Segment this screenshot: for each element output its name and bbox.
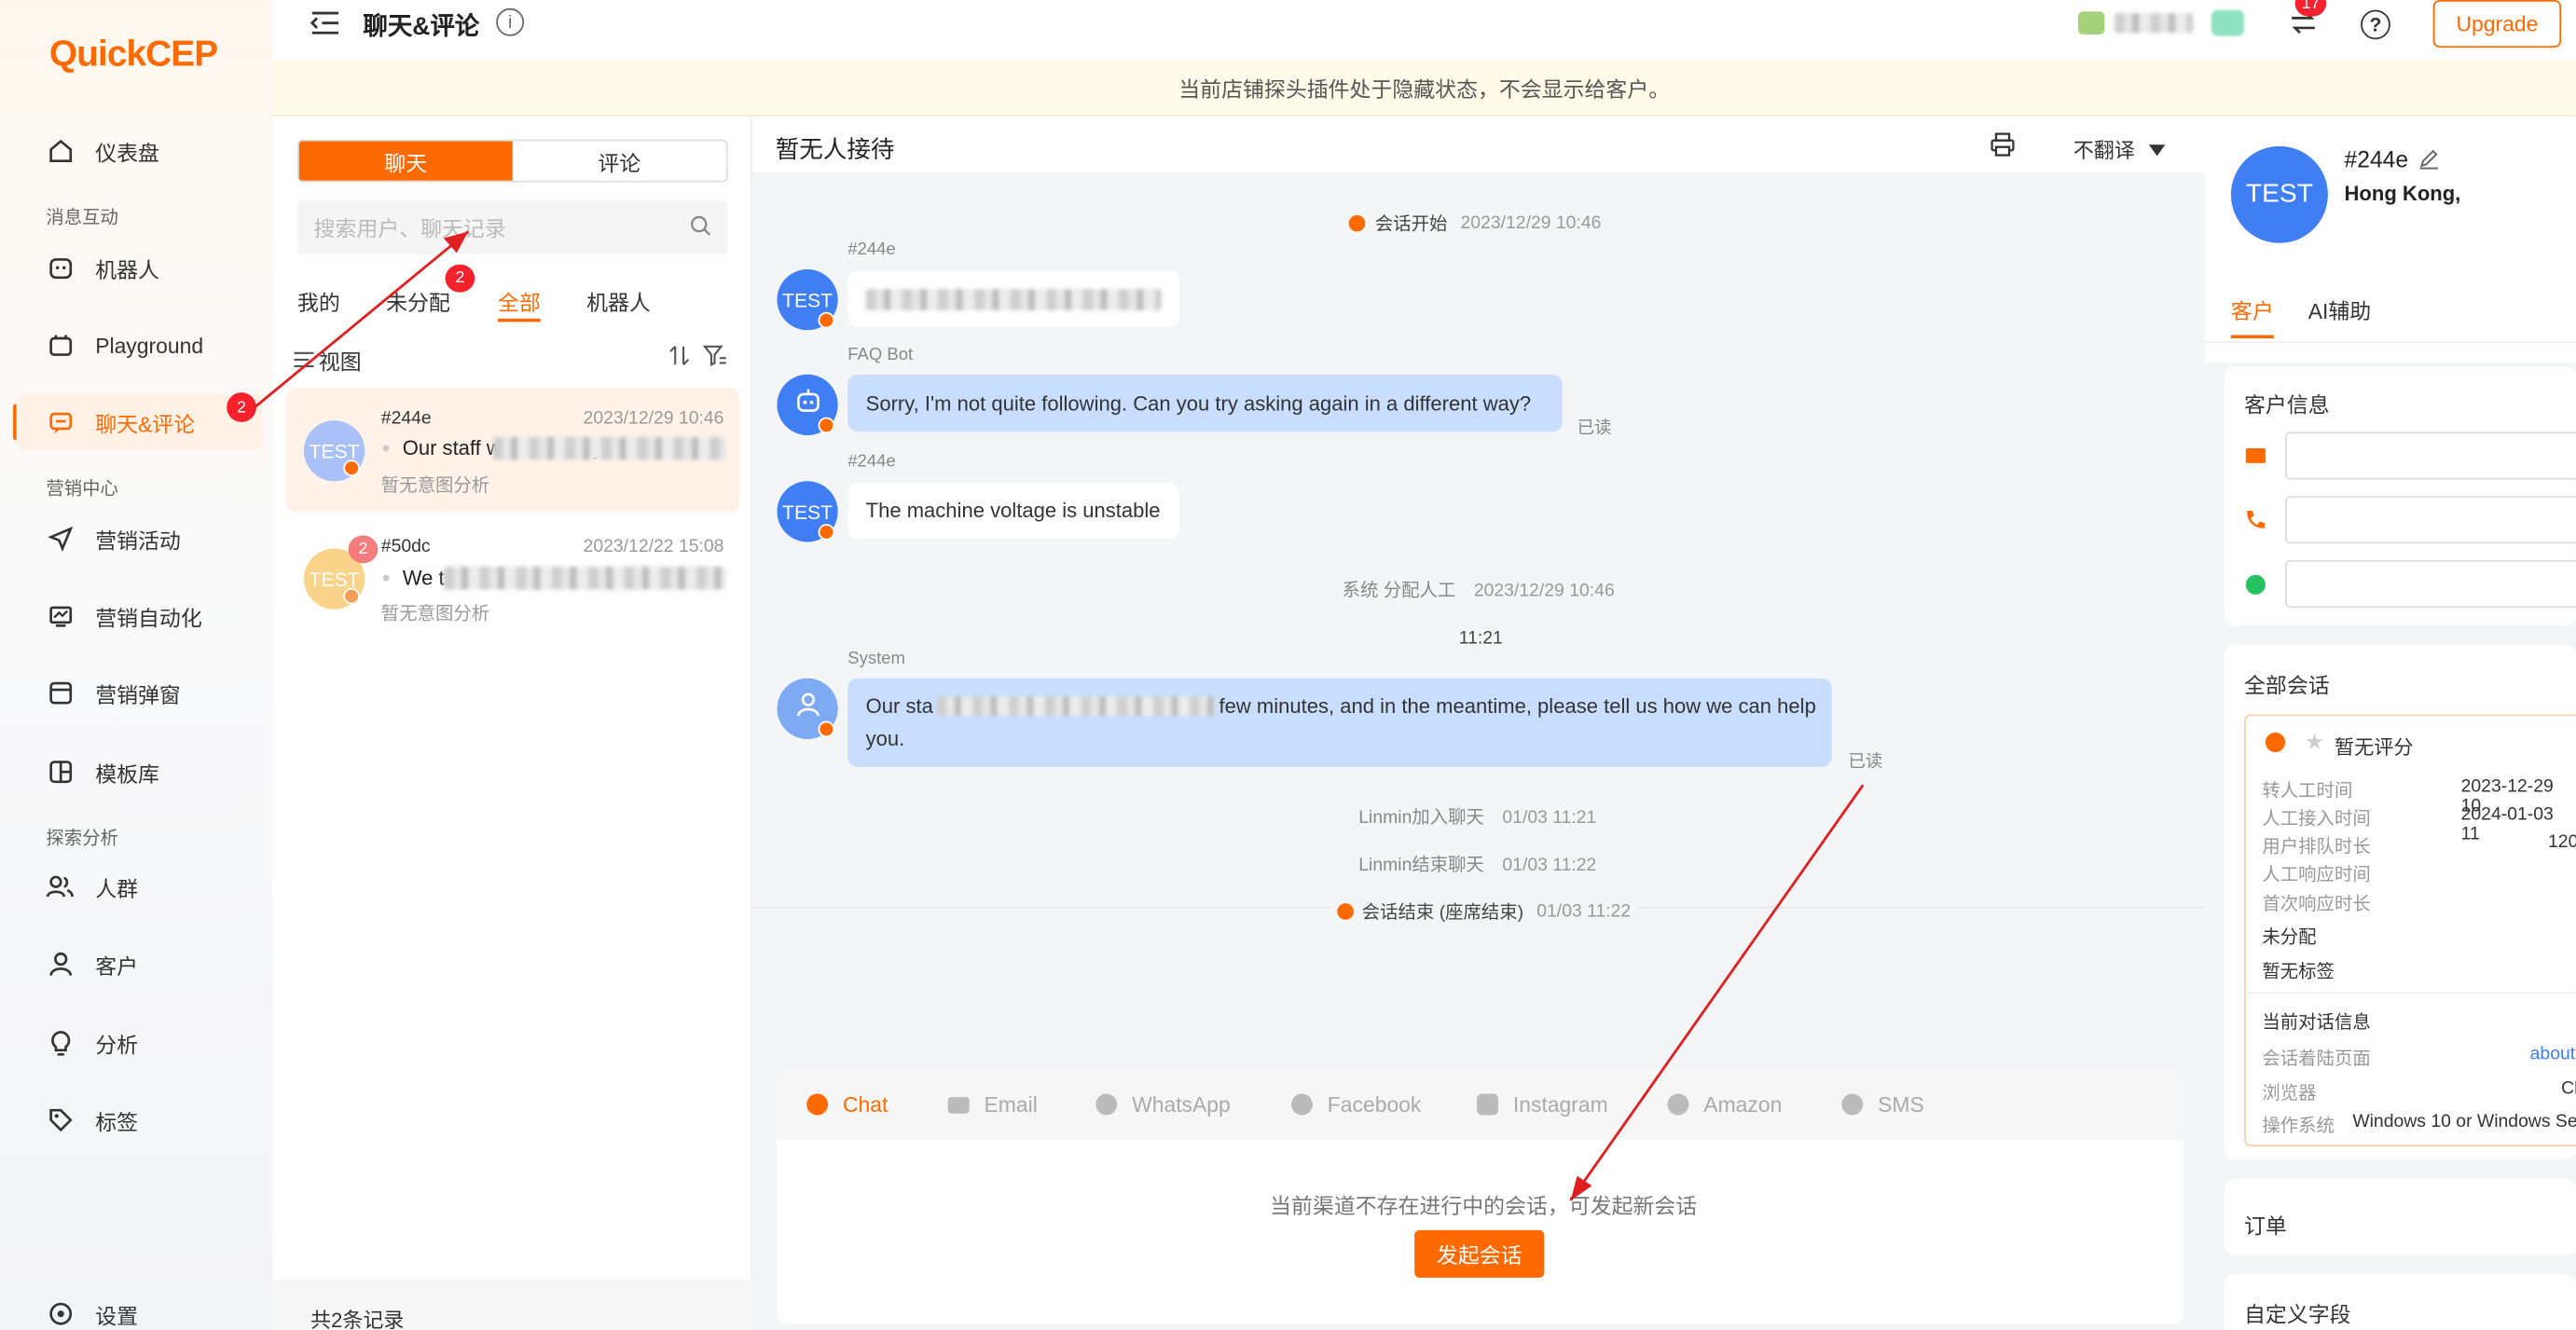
- annotation-arrows: [254, 230, 1865, 1201]
